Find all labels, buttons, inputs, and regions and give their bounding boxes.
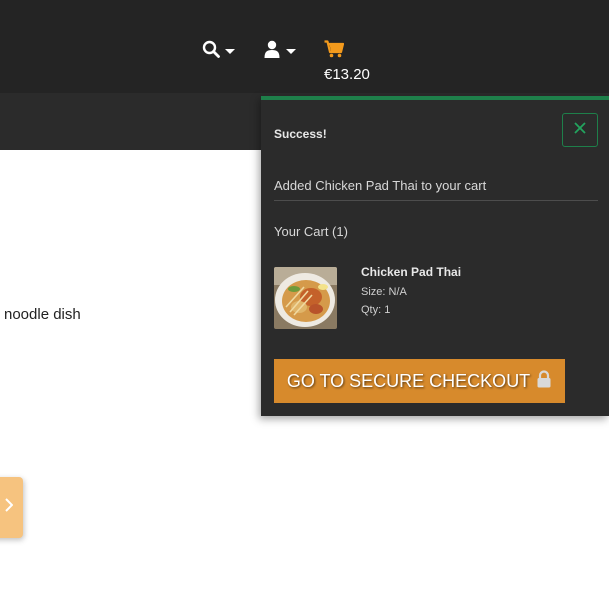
success-title: Success! bbox=[274, 127, 327, 141]
user-icon bbox=[263, 40, 281, 63]
item-quantity: Qty: 1 bbox=[361, 304, 391, 316]
product-description: noodle dish bbox=[4, 306, 81, 323]
side-tab-button[interactable] bbox=[0, 477, 23, 538]
cart-heading: Your Cart (1) bbox=[274, 224, 348, 239]
lock-icon bbox=[536, 369, 552, 393]
close-icon bbox=[574, 121, 586, 139]
cart-total[interactable]: €13.20 bbox=[324, 66, 370, 83]
secure-checkout-button[interactable]: GO TO SECURE CHECKOUT bbox=[274, 359, 565, 403]
cart-notification-popup: Success! Added Chicken Pad Thai to your … bbox=[261, 96, 609, 416]
cart-link[interactable] bbox=[324, 40, 345, 63]
top-navbar: €13.20 bbox=[0, 0, 609, 93]
item-name[interactable]: Chicken Pad Thai bbox=[361, 265, 461, 279]
chevron-down-icon bbox=[286, 49, 296, 54]
close-button[interactable] bbox=[562, 113, 598, 147]
cart-icon bbox=[324, 40, 345, 63]
chevron-down-icon bbox=[225, 49, 235, 54]
pad-thai-photo bbox=[274, 267, 337, 329]
item-size: Size: N/A bbox=[361, 286, 407, 298]
chevron-right-icon bbox=[5, 498, 14, 517]
added-message: Added Chicken Pad Thai to your cart bbox=[274, 178, 598, 201]
search-icon bbox=[202, 40, 220, 63]
search-dropdown[interactable] bbox=[202, 40, 235, 63]
checkout-label: GO TO SECURE CHECKOUT bbox=[286, 370, 531, 391]
account-dropdown[interactable] bbox=[263, 40, 296, 63]
